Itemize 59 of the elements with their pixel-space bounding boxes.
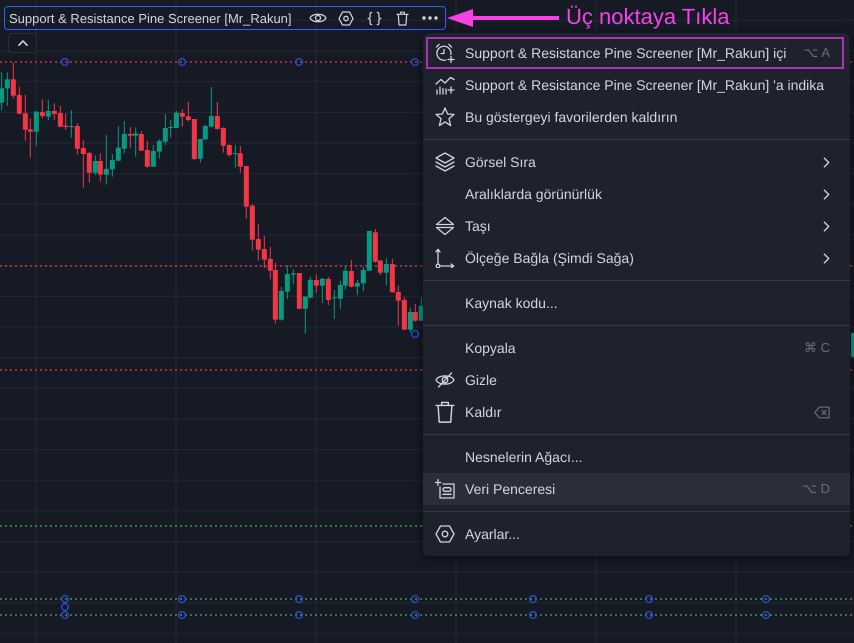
- trash-icon: [435, 400, 455, 424]
- circle-marker-icon: [60, 602, 70, 612]
- menu-item[interactable]: Ölçeğe Bağla (Şimdi Sağa): [423, 242, 850, 274]
- circle-marker-icon: [410, 594, 420, 604]
- menu-item[interactable]: Gizle: [423, 364, 850, 396]
- shortcut-text: ⌥ A: [803, 44, 830, 62]
- indicator-title: Support & Resistance Pine Screener [Mr_Rakun]: [9, 12, 292, 24]
- circle-marker-icon: [528, 594, 538, 604]
- circle-marker-icon: [762, 594, 770, 604]
- menu-item[interactable]: Bu göstergeyi favorilerden kaldırın: [423, 101, 850, 133]
- circle-marker-icon: [644, 610, 654, 620]
- circle-marker-icon: [60, 58, 70, 66]
- shortcut-text: ⌥ D: [802, 480, 830, 498]
- candle: [851, 333, 854, 357]
- circle-marker-icon: [528, 610, 538, 620]
- alarm-clock-plus-icon: [435, 43, 455, 63]
- menu-item[interactable]: Görsel Sıra: [423, 146, 850, 178]
- circle-marker-icon: [60, 610, 70, 620]
- menu-item[interactable]: Support & Resistance Pine Screener [Mr_Rakun] 'a indika: [423, 69, 850, 101]
- collapse-button[interactable]: [8, 33, 37, 53]
- settings-icon: [338, 10, 354, 26]
- shortcut-text: ⌘ C: [804, 339, 830, 358]
- circle-marker-icon: [410, 330, 420, 338]
- circle-marker-icon: [294, 594, 304, 604]
- menu-item[interactable]: Support & Resistance Pine Screener [Mr_Rakun] içi ⌥ A: [426, 37, 844, 69]
- circle-marker-icon: [60, 594, 70, 604]
- split-diamond-icon: [435, 216, 455, 236]
- eye-slash-icon: [435, 372, 455, 388]
- star-icon: [435, 107, 455, 127]
- eye-icon: [309, 12, 327, 24]
- circle-marker-icon: [762, 610, 770, 620]
- braces-icon: [366, 10, 382, 26]
- callout-text: Üç noktaya Tıkla: [566, 4, 730, 30]
- circle-marker-icon: [410, 58, 420, 66]
- circle-marker-icon: [294, 610, 304, 620]
- window-plus-icon: [435, 479, 455, 499]
- menu-item[interactable]: Kaynak kodu...: [423, 287, 850, 319]
- circle-marker-icon: [410, 610, 420, 620]
- caret-up-icon: [18, 40, 28, 46]
- circle-marker-icon: [178, 58, 186, 66]
- menu-item[interactable]: Kaldır: [423, 396, 850, 428]
- circle-marker-icon: [294, 58, 304, 66]
- menu-item[interactable]: Nesnelerin Ağacı...: [423, 441, 850, 473]
- more-icon: [422, 16, 438, 20]
- settings-icon: [435, 525, 455, 543]
- menu-item[interactable]: Ayarlar...: [423, 518, 850, 550]
- circle-marker-icon: [178, 610, 186, 620]
- backspace-icon: [814, 406, 830, 418]
- axes-icon: [435, 248, 455, 268]
- circle-marker-icon: [178, 594, 186, 604]
- menu-item[interactable]: Kopyala ⌘ C: [423, 332, 850, 364]
- menu-item[interactable]: Aralıklarda görünürlük: [423, 178, 850, 210]
- indicator-legend[interactable]: Support & Resistance Pine Screener [Mr_Rakun]: [4, 6, 446, 30]
- chart-plus-icon: [435, 75, 455, 95]
- menu-item[interactable]: Taşı: [423, 210, 850, 242]
- trash-icon: [396, 10, 408, 26]
- layers-icon: [435, 152, 455, 172]
- circle-marker-icon: [644, 594, 654, 604]
- menu-item[interactable]: Veri Penceresi ⌥ D: [423, 473, 850, 505]
